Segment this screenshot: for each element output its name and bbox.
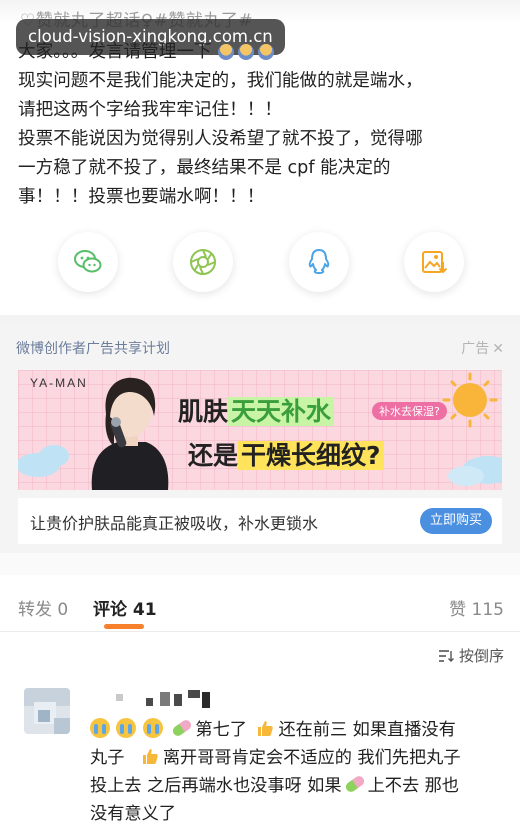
ad-banner-graphic	[18, 372, 502, 490]
thumbs-up-icon	[142, 749, 158, 764]
ad-tag[interactable]: 广告 ✕	[458, 338, 504, 358]
emoji-icon	[237, 44, 254, 60]
tab-bar: 转发 0 评论 41 赞 115	[0, 582, 520, 632]
redact-block	[116, 694, 123, 701]
post-line: 一方稳了就不投了，最终结果不是 cpf 能决定的	[18, 158, 391, 178]
wechat-icon	[74, 250, 102, 273]
ad-tag-label: 广告	[461, 341, 490, 357]
comment-line: 丸子 离开哥哥肯定会不适应的 我们先把丸子	[90, 744, 510, 772]
divider	[0, 315, 520, 323]
comment-line: 没有意义了	[90, 804, 176, 824]
post-line: 事！！！投票也要端水啊！！！	[18, 187, 265, 207]
ad-headline-2: 还是 干燥长细纹?	[188, 436, 384, 472]
redact-block	[174, 694, 182, 706]
share-wechat-button[interactable]	[58, 232, 118, 292]
close-icon[interactable]: ✕	[492, 341, 504, 357]
share-row	[0, 232, 520, 292]
sort-icon	[438, 649, 454, 662]
emoji-group	[217, 44, 274, 60]
ad-description: 让贵价护肤品能真正被吸收，补水更锁水	[30, 514, 319, 533]
sort-label: 按倒序	[458, 647, 504, 665]
redact-block	[160, 692, 170, 706]
tab-likes[interactable]: 赞 115	[449, 595, 504, 620]
headline-highlight: 干燥长细纹?	[238, 441, 384, 470]
redact-block	[202, 692, 210, 708]
comment-segment: 还在前三 如果直播没有	[278, 720, 456, 740]
redact-block	[146, 698, 153, 706]
save-image-button[interactable]	[404, 232, 464, 292]
redact-block	[188, 690, 200, 698]
avatar-block	[54, 718, 70, 734]
headline-prefix: 还是	[188, 441, 239, 470]
thumbs-up-icon	[258, 721, 274, 736]
tab-comments[interactable]: 评论 41	[93, 595, 157, 620]
username-redacted[interactable]	[110, 688, 230, 708]
comment-line: 投上去 之后再端水也没事呀 如果 上不去 那也	[90, 772, 510, 800]
comment-segment: 上不去 那也	[367, 776, 459, 796]
post-line: 请把这两个字给我牢牢记住！！！	[18, 100, 282, 120]
crying-emoji-icon	[116, 718, 137, 738]
post-line: 投票不能说因为觉得别人没希望了就不投了，觉得哪	[18, 129, 423, 149]
qq-icon	[308, 249, 330, 274]
brand-logo: YA-MAN	[30, 376, 88, 390]
sort-toggle[interactable]: 按倒序	[438, 645, 504, 666]
ad-footer[interactable]: 让贵价护肤品能真正被吸收，补水更锁水 立即购买	[18, 498, 502, 544]
crying-emoji-icon	[90, 718, 110, 738]
tab-repost[interactable]: 转发 0	[18, 595, 68, 620]
headline-highlight: 天天补水	[228, 397, 335, 426]
pill-emoji-icon	[343, 774, 366, 794]
ad-header[interactable]: 微博创作者广告共享计划	[16, 338, 170, 358]
ad-banner[interactable]: YA-MAN 肌肤 天天补水 补水去保湿? 还是 干燥长细纹?	[18, 370, 502, 490]
share-qq-button[interactable]	[289, 232, 349, 292]
crying-emoji-icon	[142, 718, 163, 738]
post-body: 大家。。。发言请管理一下 现实问题不是我们能决定的，我们能做的就是端水， 请把这…	[18, 38, 508, 212]
avatar[interactable]	[24, 688, 70, 734]
comment-segment: 丸子	[90, 748, 125, 768]
headline-prefix: 肌肤	[178, 397, 229, 426]
post-line: 大家。。。发言请管理一下	[18, 38, 508, 67]
comment-segment: 投上去 之后再端水也没事呀 如果	[90, 776, 342, 796]
comment-line: 第七了 还在前三 如果直播没有	[90, 716, 510, 744]
post-line-text: 大家。。。发言请管理一下	[18, 42, 212, 62]
buy-now-button[interactable]: 立即购买	[420, 508, 492, 534]
comment-text: 第七了 还在前三 如果直播没有 丸子 离开哥哥肯定会不适应的 我们先把丸子 投上…	[90, 716, 510, 828]
save-image-icon	[422, 251, 448, 274]
emoji-icon	[257, 44, 274, 60]
moments-icon	[190, 249, 216, 275]
divider	[0, 553, 520, 575]
post-line: 现实问题不是我们能决定的，我们能做的就是端水，	[18, 71, 423, 91]
avatar-block	[38, 710, 50, 722]
share-moments-button[interactable]	[173, 232, 233, 292]
emoji-icon	[217, 44, 234, 60]
ad-headline-1: 肌肤 天天补水	[178, 392, 335, 428]
comment-segment: 离开哥哥肯定会不适应的 我们先把丸子	[162, 748, 461, 768]
comment-segment: 第七了	[195, 720, 247, 740]
tab-indicator	[104, 624, 144, 629]
pill-emoji-icon	[171, 718, 194, 738]
ad-badge: 补水去保湿?	[372, 402, 447, 420]
